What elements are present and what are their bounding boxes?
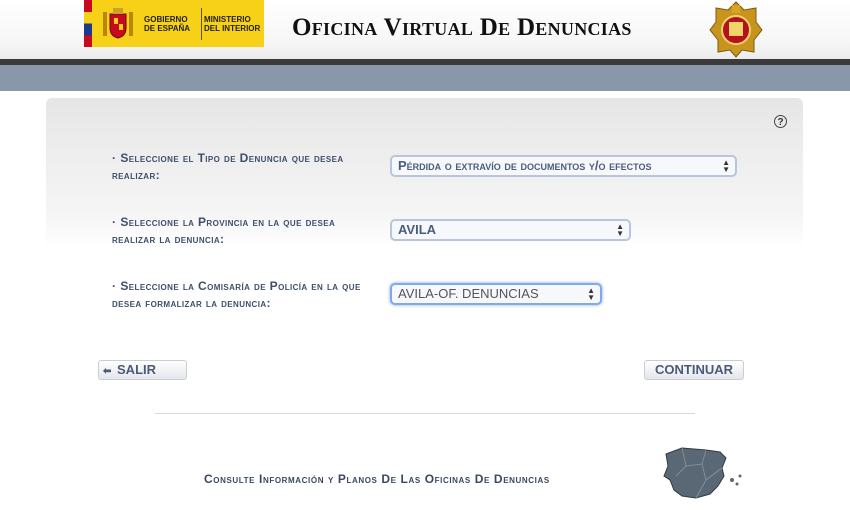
bullet: · — [112, 151, 117, 165]
logo-divider — [201, 8, 202, 40]
continue-button[interactable]: CONTINUAR — [644, 360, 744, 380]
gobierno-logo: GOBIERNO DE ESPAÑA MINISTERIO DEL INTERI… — [84, 0, 264, 47]
page-title: Oficina Virtual De Denuncias — [292, 14, 632, 41]
station-select[interactable]: AVILA-OF. DENUNCIAS ▲ ▼ — [390, 283, 602, 305]
province-select[interactable]: AVILA ▲ ▼ — [390, 219, 631, 241]
exit-button[interactable]: ⬅ SALIR — [98, 360, 187, 380]
ministerio-text: MINISTERIO DEL INTERIOR — [204, 15, 260, 33]
exit-button-label: SALIR — [117, 362, 157, 377]
site-header: GOBIERNO DE ESPAÑA MINISTERIO DEL INTERI… — [0, 0, 850, 62]
gov-line1: GOBIERNO — [144, 15, 188, 24]
min-line2: DEL INTERIOR — [204, 24, 261, 33]
flag-strip — [84, 0, 92, 47]
policia-badge-icon — [709, 1, 763, 58]
type-label-text: Seleccione el Tipo de Denuncia que desea… — [112, 151, 344, 182]
station-label: · Seleccione la Comisaría de Policía en l… — [112, 278, 384, 312]
select-arrows-icon: ▲ ▼ — [587, 286, 595, 302]
province-select-value: AVILA — [398, 222, 437, 237]
type-select-value: Pérdida o extravío de documentos y/o efe… — [398, 158, 652, 173]
province-label: · Seleccione la Provincia en la que desea… — [112, 214, 382, 248]
bullet: · — [112, 215, 117, 229]
select-arrows-icon: ▲ ▼ — [616, 222, 624, 238]
gov-line2: DE ESPAÑA — [144, 24, 191, 33]
type-label: · Seleccione el Tipo de Denuncia que dese… — [112, 150, 382, 184]
bullet: · — [112, 279, 117, 293]
arrow-left-icon: ⬅ — [103, 366, 112, 377]
gobierno-text: GOBIERNO DE ESPAÑA — [144, 15, 190, 33]
coat-of-arms-icon — [103, 8, 133, 39]
station-select-value: AVILA-OF. DENUNCIAS — [398, 286, 539, 301]
province-label-text: Seleccione la Provincia en la que desea … — [112, 215, 336, 246]
offices-info-link[interactable]: Consulte Información y Planos De Las Ofi… — [204, 472, 550, 486]
type-select[interactable]: Pérdida o extravío de documentos y/o efe… — [390, 155, 737, 177]
spain-map-icon[interactable] — [662, 446, 744, 502]
min-line1: MINISTERIO — [204, 15, 251, 24]
continue-button-label: CONTINUAR — [655, 362, 733, 377]
station-label-text: Seleccione la Comisaría de Policía en la… — [112, 279, 361, 310]
nav-band — [0, 65, 850, 91]
divider — [155, 413, 695, 414]
help-icon[interactable]: ? — [774, 115, 787, 128]
select-arrows-icon: ▲ ▼ — [722, 158, 730, 174]
